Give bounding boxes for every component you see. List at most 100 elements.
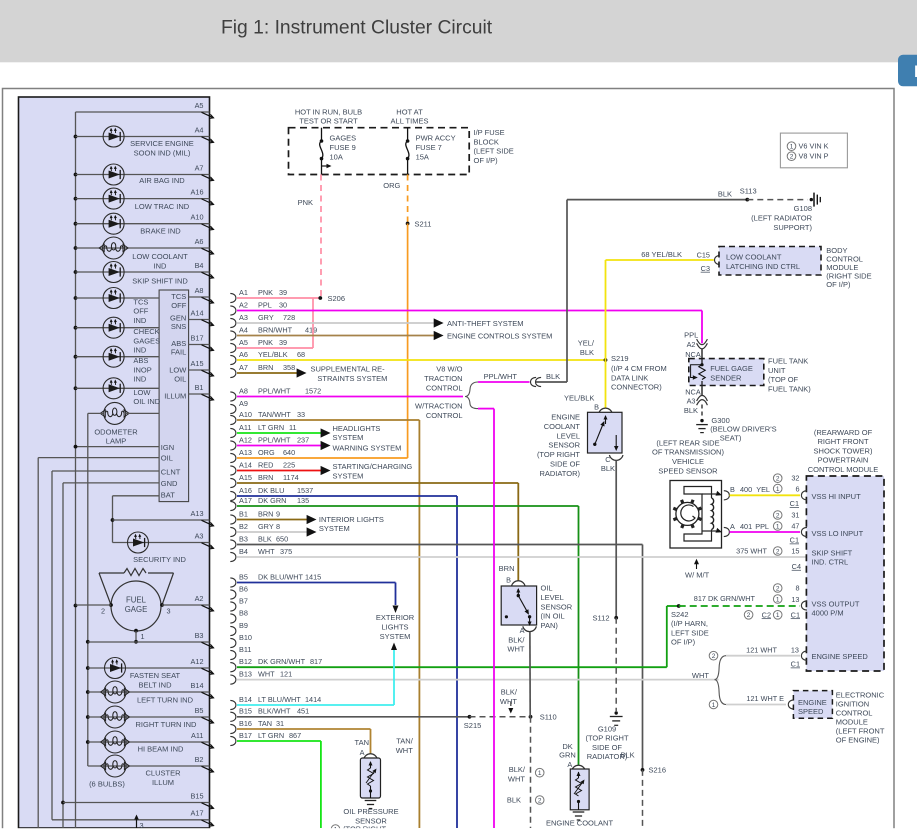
svg-text:BLK: BLK <box>258 534 272 543</box>
svg-text:BAT: BAT <box>161 491 175 500</box>
svg-text:A17: A17 <box>239 496 252 505</box>
svg-text:B8: B8 <box>239 608 248 617</box>
svg-text:VSS LO INPUT: VSS LO INPUT <box>812 529 864 538</box>
svg-text:FAIL: FAIL <box>171 348 186 357</box>
svg-text:BRN: BRN <box>499 564 515 573</box>
svg-text:(TOP RIGHT: (TOP RIGHT <box>585 734 628 743</box>
svg-text:1: 1 <box>776 523 780 530</box>
svg-text:A4: A4 <box>195 125 204 134</box>
svg-text:6: 6 <box>795 485 799 494</box>
svg-text:A7: A7 <box>195 163 204 172</box>
svg-text:11: 11 <box>289 423 297 432</box>
svg-text:TAN/WHT: TAN/WHT <box>258 410 291 419</box>
svg-text:39: 39 <box>279 288 287 297</box>
svg-text:ENGINE COOLANT: ENGINE COOLANT <box>546 819 614 828</box>
svg-text:V8 W/O: V8 W/O <box>436 365 462 374</box>
svg-text:A5: A5 <box>239 338 248 347</box>
svg-text:BLK: BLK <box>507 795 521 804</box>
svg-text:C1: C1 <box>791 610 800 619</box>
svg-text:GAGES: GAGES <box>330 134 357 143</box>
svg-text:A10: A10 <box>239 410 252 419</box>
svg-text:2: 2 <box>776 548 780 555</box>
svg-text:WHT: WHT <box>692 671 709 680</box>
svg-text:400: 400 <box>740 485 752 494</box>
svg-text:817 DK GRN/WHT: 817 DK GRN/WHT <box>694 594 756 603</box>
svg-text:A16: A16 <box>191 187 204 196</box>
svg-text:PPL/WHT: PPL/WHT <box>258 386 291 395</box>
svg-text:B14: B14 <box>191 681 204 690</box>
svg-text:(IN OIL: (IN OIL <box>541 612 565 621</box>
svg-text:WHT: WHT <box>500 697 517 706</box>
svg-text:COOLANT: COOLANT <box>544 422 581 431</box>
svg-text:BLK: BLK <box>718 190 732 199</box>
svg-text:2: 2 <box>747 612 751 619</box>
svg-text:PPL/WHT: PPL/WHT <box>258 435 291 444</box>
svg-text:PNK: PNK <box>258 338 273 347</box>
svg-text:IND: IND <box>154 262 168 271</box>
svg-text:B1: B1 <box>239 509 248 518</box>
svg-text:B17: B17 <box>239 731 252 740</box>
svg-text:1: 1 <box>776 612 780 619</box>
svg-text:FUEL TANK: FUEL TANK <box>768 357 808 366</box>
svg-text:451: 451 <box>297 707 309 716</box>
svg-text:B14: B14 <box>239 695 252 704</box>
svg-text:30: 30 <box>279 300 287 309</box>
svg-text:(LEFT FRONT: (LEFT FRONT <box>836 726 885 735</box>
svg-text:32: 32 <box>791 474 799 483</box>
svg-text:I/P FUSE: I/P FUSE <box>474 128 505 137</box>
svg-text:OF I/P): OF I/P) <box>671 638 696 647</box>
svg-text:1: 1 <box>776 486 780 493</box>
svg-text:650: 650 <box>276 534 288 543</box>
svg-text:GRN: GRN <box>559 750 576 759</box>
svg-text:ILLUM: ILLUM <box>152 778 174 787</box>
svg-text:CLNT: CLNT <box>161 468 181 477</box>
svg-text:PWR ACCY: PWR ACCY <box>416 134 456 143</box>
svg-text:B2: B2 <box>195 755 204 764</box>
svg-text:EXTERIOR: EXTERIOR <box>376 613 415 622</box>
svg-text:1: 1 <box>712 702 716 709</box>
svg-text:A2: A2 <box>687 340 696 349</box>
svg-text:121 WHT: 121 WHT <box>746 646 777 655</box>
svg-text:C: C <box>605 455 610 464</box>
svg-text:BLK/: BLK/ <box>501 688 518 697</box>
svg-text:(BELOW DRIVER'S: (BELOW DRIVER'S <box>710 425 776 434</box>
svg-text:A12: A12 <box>191 657 204 666</box>
svg-text:47: 47 <box>791 522 799 531</box>
svg-text:CONNECTOR): CONNECTOR) <box>611 383 662 392</box>
svg-text:BLK: BLK <box>580 348 594 357</box>
svg-text:ELECTRONIC: ELECTRONIC <box>836 690 885 699</box>
svg-text:39: 39 <box>279 338 287 347</box>
svg-text:ENGINE CONTROLS SYSTEM: ENGINE CONTROLS SYSTEM <box>447 331 552 340</box>
svg-text:B15: B15 <box>239 707 252 716</box>
svg-text:BRN: BRN <box>258 473 273 482</box>
svg-text:NCA: NCA <box>685 387 701 396</box>
svg-text:A8: A8 <box>239 386 248 395</box>
svg-text:SECURITY IND: SECURITY IND <box>133 555 186 564</box>
svg-text:CONTROL: CONTROL <box>836 708 873 717</box>
svg-text:S206: S206 <box>328 294 346 303</box>
svg-text:LIGHTS: LIGHTS <box>381 622 408 631</box>
svg-text:A8: A8 <box>195 286 204 295</box>
svg-text:SENSOR: SENSOR <box>548 441 580 450</box>
svg-text:B2: B2 <box>239 522 248 531</box>
svg-text:S216: S216 <box>649 766 667 775</box>
svg-text:375 WHT: 375 WHT <box>736 547 767 556</box>
svg-text:A3: A3 <box>687 397 696 406</box>
svg-text:10A: 10A <box>330 152 343 161</box>
svg-text:OFF: OFF <box>133 307 148 316</box>
svg-text:OF ENGINE): OF ENGINE) <box>836 735 880 744</box>
svg-text:B: B <box>594 403 599 412</box>
svg-text:LATCHING IND CTRL: LATCHING IND CTRL <box>726 262 800 271</box>
svg-text:G109: G109 <box>598 724 616 733</box>
svg-text:BLK: BLK <box>601 464 615 473</box>
svg-text:FUSE 9: FUSE 9 <box>330 143 356 152</box>
svg-text:OF I/P): OF I/P) <box>826 280 851 289</box>
svg-text:TAN/: TAN/ <box>396 737 413 746</box>
svg-text:S113: S113 <box>740 187 757 196</box>
svg-text:BRAKE IND: BRAKE IND <box>140 227 181 236</box>
svg-text:OF TRANSMISSION): OF TRANSMISSION) <box>652 448 724 457</box>
svg-text:C15: C15 <box>697 250 710 259</box>
svg-text:RIGHT FRONT: RIGHT FRONT <box>817 437 869 446</box>
svg-text:IND. CTRL: IND. CTRL <box>812 558 849 567</box>
svg-text:W/ M/T: W/ M/T <box>685 571 710 580</box>
